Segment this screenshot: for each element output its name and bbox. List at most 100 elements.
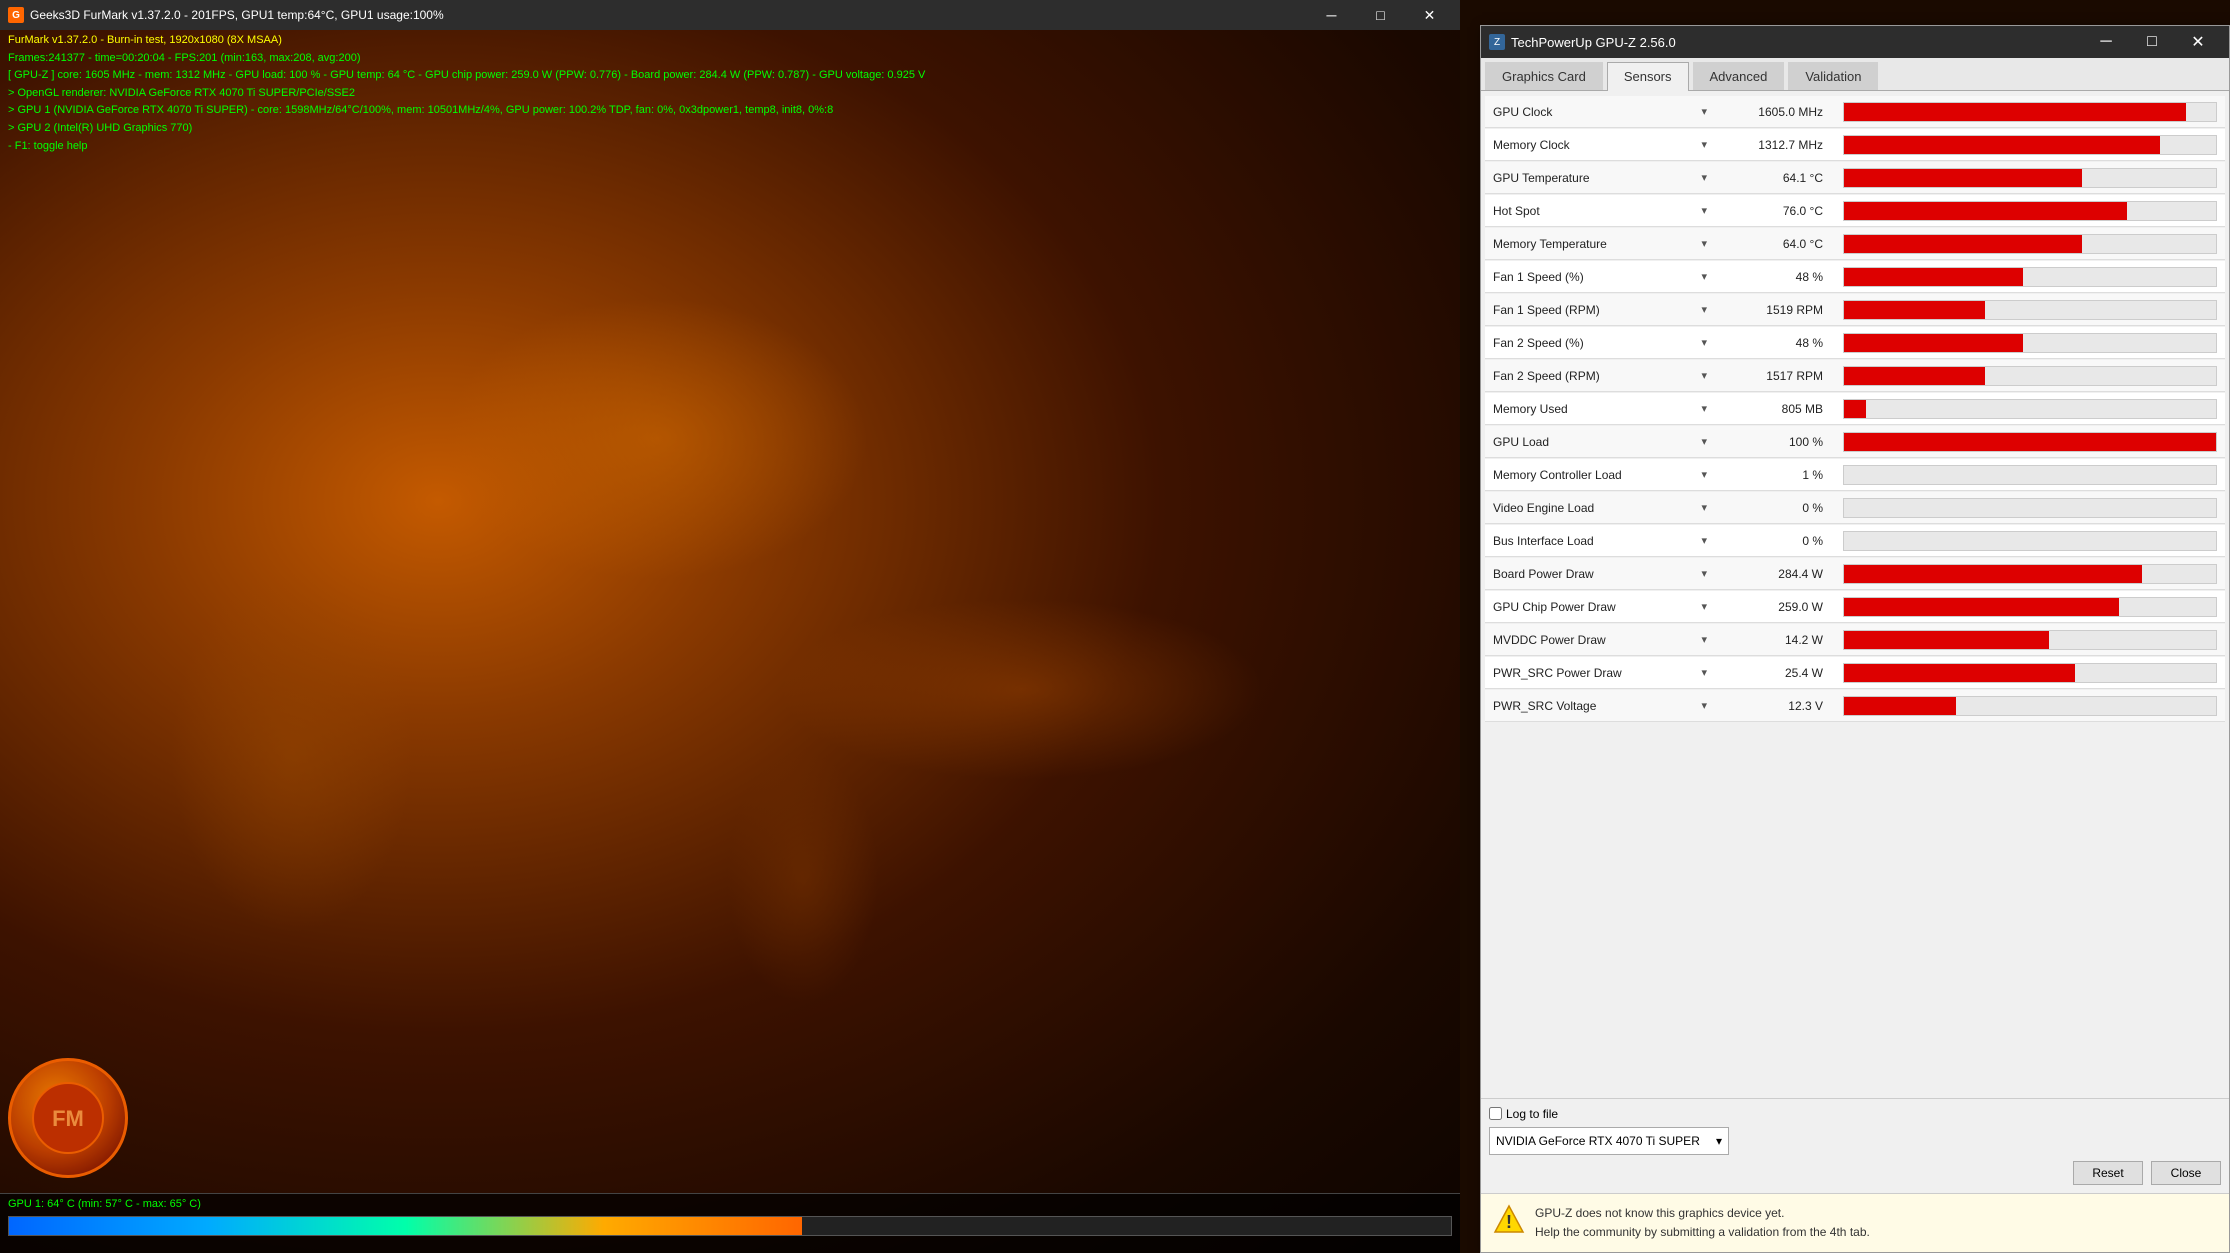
sensor-dropdown-icon[interactable]: ▾: [1701, 369, 1707, 382]
log-to-file-checkbox[interactable]: [1489, 1107, 1502, 1120]
furmark-title: Geeks3D FurMark v1.37.2.0 - 201FPS, GPU1…: [30, 8, 444, 22]
svg-text:FM: FM: [52, 1106, 84, 1131]
sensor-bar-container: [1843, 366, 2217, 386]
svg-text:!: !: [1506, 1212, 1512, 1232]
sensor-dropdown-icon[interactable]: ▾: [1701, 699, 1707, 712]
furmark-window: G Geeks3D FurMark v1.37.2.0 - 201FPS, GP…: [0, 0, 1460, 1253]
sensor-dropdown-icon[interactable]: ▾: [1701, 402, 1707, 415]
sensor-dropdown-icon[interactable]: ▾: [1701, 237, 1707, 250]
sensor-bar: [1844, 169, 2082, 187]
furmark-minimize-button[interactable]: ─: [1309, 0, 1354, 30]
sensor-dropdown-icon[interactable]: ▾: [1701, 666, 1707, 679]
gpu-select-dropdown[interactable]: NVIDIA GeForce RTX 4070 Ti SUPER ▾: [1489, 1127, 1729, 1155]
sensor-bar-container: [1843, 234, 2217, 254]
sensor-row: Memory Temperature▾64.0 °C: [1485, 228, 2225, 260]
gpuz-maximize-button[interactable]: □: [2129, 26, 2175, 58]
sensor-value: 64.1 °C: [1715, 171, 1835, 185]
gpuz-titlebar: Z TechPowerUp GPU-Z 2.56.0 ─ □ ✕: [1481, 26, 2229, 58]
sensor-bar-container: [1843, 531, 2217, 551]
sensor-dropdown-icon[interactable]: ▾: [1701, 600, 1707, 613]
sensor-name: PWR_SRC Voltage▾: [1485, 699, 1715, 713]
sensor-dropdown-icon[interactable]: ▾: [1701, 633, 1707, 646]
sensor-row: MVDDC Power Draw▾14.2 W: [1485, 624, 2225, 656]
sensor-dropdown-icon[interactable]: ▾: [1701, 336, 1707, 349]
sensor-name: GPU Load▾: [1485, 435, 1715, 449]
sensor-name: Hot Spot▾: [1485, 204, 1715, 218]
furmark-window-controls: ─ □ ✕: [1309, 0, 1452, 30]
sensor-value: 14.2 W: [1715, 633, 1835, 647]
sensor-value: 48 %: [1715, 270, 1835, 284]
sensor-bar-container: [1843, 597, 2217, 617]
sensor-bar: [1844, 334, 2023, 352]
furmark-icon: G: [8, 7, 24, 23]
sensor-name: Video Engine Load▾: [1485, 501, 1715, 515]
gpuz-bottom: Log to file NVIDIA GeForce RTX 4070 Ti S…: [1481, 1098, 2229, 1193]
sensor-name: MVDDC Power Draw▾: [1485, 633, 1715, 647]
log-to-file-label: Log to file: [1506, 1107, 1558, 1121]
sensor-bar-container: [1843, 663, 2217, 683]
sensor-dropdown-icon[interactable]: ▾: [1701, 270, 1707, 283]
bottom-buttons: Reset Close: [1489, 1161, 2221, 1185]
tab-sensors[interactable]: Sensors: [1607, 62, 1689, 91]
sensor-value: 259.0 W: [1715, 600, 1835, 614]
sensor-dropdown-icon[interactable]: ▾: [1701, 105, 1707, 118]
sensor-row: Video Engine Load▾0 %: [1485, 492, 2225, 524]
reset-button[interactable]: Reset: [2073, 1161, 2143, 1185]
sensor-bar-container: [1843, 465, 2217, 485]
sensor-name: Memory Clock▾: [1485, 138, 1715, 152]
sensor-value: 25.4 W: [1715, 666, 1835, 680]
sensor-row: GPU Temperature▾64.1 °C: [1485, 162, 2225, 194]
sensor-row: GPU Load▾100 %: [1485, 426, 2225, 458]
sensor-name: Memory Used▾: [1485, 402, 1715, 416]
sensor-bar: [1844, 268, 2023, 286]
sensor-row: GPU Clock▾1605.0 MHz: [1485, 96, 2225, 128]
furmark-info-line-1: Frames:241377 - time=00:20:04 - FPS:201 …: [8, 50, 925, 68]
close-button[interactable]: Close: [2151, 1161, 2221, 1185]
sensor-name: Memory Controller Load▾: [1485, 468, 1715, 482]
sensor-name: GPU Temperature▾: [1485, 171, 1715, 185]
furmark-maximize-button[interactable]: □: [1358, 0, 1403, 30]
sensor-value: 0 %: [1715, 501, 1835, 515]
temp-bar-container: [8, 1216, 1452, 1236]
sensor-bar-container: [1843, 300, 2217, 320]
furmark-close-button[interactable]: ✕: [1407, 0, 1452, 30]
furmark-info-line-2: [ GPU-Z ] core: 1605 MHz - mem: 1312 MHz…: [8, 67, 925, 85]
sensor-dropdown-icon[interactable]: ▾: [1701, 435, 1707, 448]
sensor-bar: [1844, 235, 2082, 253]
sensor-dropdown-icon[interactable]: ▾: [1701, 567, 1707, 580]
temp-bar-fill: [9, 1217, 802, 1235]
gpuz-window-controls: ─ □ ✕: [2083, 26, 2221, 58]
gpuz-close-button[interactable]: ✕: [2175, 26, 2221, 58]
sensor-dropdown-icon[interactable]: ▾: [1701, 204, 1707, 217]
sensor-name: Memory Temperature▾: [1485, 237, 1715, 251]
sensor-dropdown-icon[interactable]: ▾: [1701, 468, 1707, 481]
sensor-bar: [1844, 202, 2127, 220]
sensor-bar: [1844, 664, 2075, 682]
sensor-dropdown-icon[interactable]: ▾: [1701, 534, 1707, 547]
sensor-value: 805 MB: [1715, 402, 1835, 416]
sensor-row: Fan 2 Speed (%)▾48 %: [1485, 327, 2225, 359]
gpuz-minimize-button[interactable]: ─: [2083, 26, 2129, 58]
gpu-select-value: NVIDIA GeForce RTX 4070 Ti SUPER: [1496, 1134, 1700, 1148]
sensor-bar: [1844, 103, 2186, 121]
sensor-name: Bus Interface Load▾: [1485, 534, 1715, 548]
sensor-dropdown-icon[interactable]: ▾: [1701, 138, 1707, 151]
sensor-row: Fan 1 Speed (RPM)▾1519 RPM: [1485, 294, 2225, 326]
tab-graphics-card[interactable]: Graphics Card: [1485, 62, 1603, 90]
sensor-name: Fan 2 Speed (%)▾: [1485, 336, 1715, 350]
sensor-row: Hot Spot▾76.0 °C: [1485, 195, 2225, 227]
sensor-dropdown-icon[interactable]: ▾: [1701, 501, 1707, 514]
sensor-bar: [1844, 598, 2119, 616]
sensor-value: 12.3 V: [1715, 699, 1835, 713]
sensor-bar-container: [1843, 564, 2217, 584]
sensor-bar: [1844, 631, 2049, 649]
sensor-dropdown-icon[interactable]: ▾: [1701, 171, 1707, 184]
tab-advanced[interactable]: Advanced: [1693, 62, 1785, 90]
sensor-value: 1312.7 MHz: [1715, 138, 1835, 152]
sensor-row: PWR_SRC Voltage▾12.3 V: [1485, 690, 2225, 722]
tab-validation[interactable]: Validation: [1788, 62, 1878, 90]
sensor-row: PWR_SRC Power Draw▾25.4 W: [1485, 657, 2225, 689]
sensor-dropdown-icon[interactable]: ▾: [1701, 303, 1707, 316]
sensor-name: PWR_SRC Power Draw▾: [1485, 666, 1715, 680]
furmark-titlebar: G Geeks3D FurMark v1.37.2.0 - 201FPS, GP…: [0, 0, 1460, 30]
